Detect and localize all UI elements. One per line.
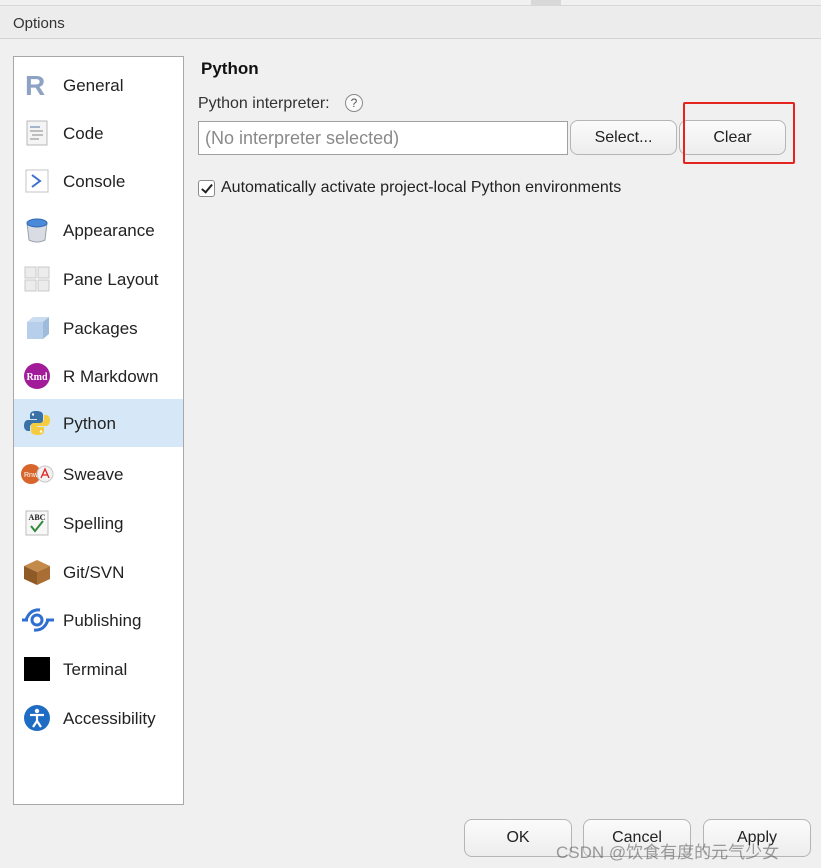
- svg-text:R: R: [25, 70, 45, 100]
- section-title: Python: [201, 59, 259, 78]
- sidebar-item-publishing[interactable]: Publishing: [14, 596, 183, 644]
- r-logo-icon: R: [25, 70, 45, 100]
- package-box-icon: [27, 317, 49, 339]
- sidebar-item-label: Packages: [63, 319, 138, 338]
- sidebar-item-label: Sweave: [63, 465, 124, 484]
- publishing-icon: [22, 608, 54, 632]
- git-box-icon: [24, 560, 50, 585]
- sidebar-item-code[interactable]: Code: [14, 109, 183, 157]
- options-sidebar: R General Code Console Appearance Pane L…: [13, 56, 184, 805]
- help-icon[interactable]: ?: [345, 94, 363, 112]
- sidebar-item-label: Code: [63, 124, 104, 143]
- watermark-text: CSDN @饮食有度的元气少女: [556, 843, 780, 862]
- sidebar-item-label: Appearance: [63, 221, 155, 240]
- python-interpreter-field[interactable]: [198, 121, 568, 155]
- sidebar-item-pane-layout[interactable]: Pane Layout: [14, 255, 183, 303]
- sweave-pdf-icon: Rnw: [21, 464, 54, 484]
- sidebar-item-label: Python: [63, 414, 116, 433]
- window-title: Options: [13, 15, 65, 32]
- auto-activate-row[interactable]: Automatically activate project-local Pyt…: [198, 178, 621, 198]
- python-interpreter-label: Python interpreter:: [198, 95, 330, 112]
- sidebar-item-accessibility[interactable]: Accessibility: [14, 694, 183, 742]
- sidebar-item-label: Console: [63, 172, 126, 191]
- sidebar-item-label: General: [63, 76, 124, 95]
- sidebar-item-sweave[interactable]: Rnw Sweave: [14, 450, 183, 498]
- sidebar-item-label: Spelling: [63, 514, 124, 533]
- rmd-icon: Rmd: [24, 363, 50, 389]
- console-prompt-icon: [25, 169, 49, 193]
- sidebar-item-packages[interactable]: Packages: [14, 304, 183, 352]
- sidebar-item-console[interactable]: Console: [14, 157, 183, 205]
- auto-activate-label: Automatically activate project-local Pyt…: [221, 179, 622, 196]
- svg-text:ABC: ABC: [29, 513, 46, 522]
- abc-spelling-icon: ABC: [25, 510, 49, 536]
- sidebar-item-label: Pane Layout: [63, 270, 159, 289]
- pane-layout-icon: [24, 266, 50, 292]
- sidebar-item-appearance[interactable]: Appearance: [14, 206, 183, 254]
- code-document-icon: [26, 120, 48, 146]
- svg-text:Rmd: Rmd: [26, 372, 48, 383]
- annotation-highlight-box: [683, 102, 795, 164]
- sidebar-item-general[interactable]: R General: [14, 61, 183, 109]
- auto-activate-checkbox[interactable]: [198, 179, 215, 197]
- sidebar-item-label: Terminal: [63, 660, 128, 679]
- sidebar-item-spelling[interactable]: ABC Spelling: [14, 499, 183, 547]
- sidebar-item-label: R Markdown: [63, 367, 159, 386]
- sidebar-item-git-svn[interactable]: Git/SVN: [14, 548, 183, 596]
- accessibility-icon: [24, 705, 50, 731]
- sidebar-item-r-markdown[interactable]: Rmd R Markdown: [14, 352, 183, 400]
- sidebar-item-terminal[interactable]: Terminal: [14, 645, 183, 693]
- terminal-icon: [24, 657, 50, 681]
- sidebar-item-label: Accessibility: [63, 709, 156, 728]
- paint-bucket-icon: [26, 218, 48, 243]
- select-interpreter-button[interactable]: Select...: [570, 120, 677, 155]
- sidebar-item-python[interactable]: Python: [14, 399, 183, 447]
- sidebar-item-label: Git/SVN: [63, 563, 125, 582]
- python-logo-icon: [24, 411, 50, 435]
- sidebar-item-label: Publishing: [63, 611, 142, 630]
- title-bar: Options: [0, 5, 821, 39]
